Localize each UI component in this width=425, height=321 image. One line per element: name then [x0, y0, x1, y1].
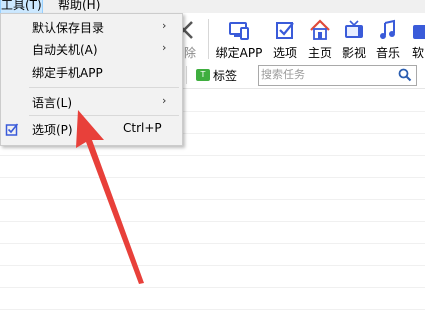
- menu-separator: [29, 87, 179, 88]
- submenu-arrow-icon: ›: [162, 19, 167, 32]
- home-button[interactable]: 主页: [304, 13, 336, 62]
- options-check-icon: [276, 22, 294, 39]
- video-button[interactable]: 影视: [338, 13, 370, 62]
- filter-separator: [186, 66, 187, 84]
- software-icon: [413, 25, 425, 39]
- row-divider: [0, 243, 425, 244]
- row-divider: [0, 177, 425, 178]
- row-divider: [0, 287, 425, 288]
- submenu-arrow-icon: ›: [162, 94, 167, 107]
- music-button[interactable]: 音乐: [372, 13, 404, 62]
- search-box: [258, 65, 417, 86]
- menu-help[interactable]: 帮助(H): [58, 0, 100, 13]
- row-divider: [0, 265, 425, 266]
- search-input[interactable]: [261, 66, 391, 83]
- menu-item-auto-shutdown[interactable]: 自动关机(A) ›: [1, 38, 182, 60]
- music-note-icon: [380, 19, 395, 39]
- menu-tools[interactable]: 工具(T): [0, 0, 43, 14]
- row-divider: [0, 221, 425, 222]
- menu-item-options[interactable]: 选项(P) Ctrl+P: [1, 118, 182, 140]
- tag-button[interactable]: T 标签: [196, 66, 237, 84]
- row-divider: [0, 155, 425, 156]
- menu-separator: [29, 115, 179, 116]
- tools-dropdown-menu: 默认保存目录 › 自动关机(A) › 绑定手机APP 语言(L) › 选项(P)…: [0, 13, 183, 146]
- bind-app-icon: [229, 22, 249, 40]
- menubar: 工具(T) 帮助(H): [0, 0, 425, 14]
- tag-icon: T: [196, 69, 210, 81]
- row-divider: [0, 199, 425, 200]
- bind-app-button[interactable]: 绑定APP: [212, 13, 266, 62]
- menu-item-language[interactable]: 语言(L) ›: [1, 91, 182, 113]
- menu-item-bind-phone-app[interactable]: 绑定手机APP: [1, 61, 182, 83]
- shortcut-label: Ctrl+P: [123, 121, 162, 135]
- tag-label: 标签: [213, 68, 238, 83]
- options-button[interactable]: 选项: [268, 13, 302, 62]
- software-button[interactable]: 软: [408, 13, 425, 62]
- toolbar-separator: [208, 19, 209, 59]
- submenu-arrow-icon: ›: [162, 41, 167, 54]
- menu-item-default-save-dir[interactable]: 默认保存目录 ›: [1, 16, 182, 38]
- options-icon: [5, 123, 19, 136]
- home-icon: [310, 19, 330, 40]
- row-divider: [0, 309, 425, 310]
- search-icon[interactable]: [398, 68, 412, 82]
- video-tv-icon: [345, 20, 363, 38]
